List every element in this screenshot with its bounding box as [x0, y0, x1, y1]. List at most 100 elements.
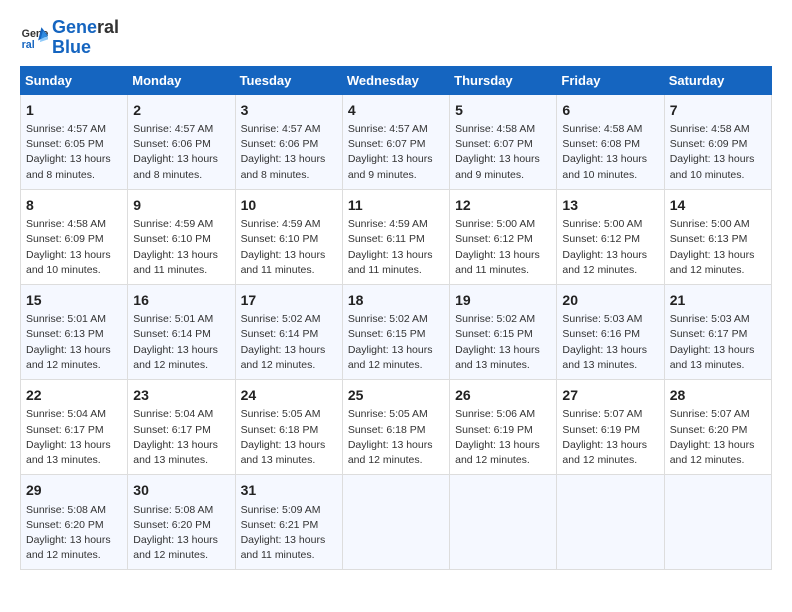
day-info: Sunrise: 5:02 AMSunset: 6:15 PMDaylight:…: [455, 312, 551, 373]
day-number: 5: [455, 100, 551, 120]
day-info: Sunrise: 5:01 AMSunset: 6:13 PMDaylight:…: [26, 312, 122, 373]
day-header-saturday: Saturday: [664, 66, 771, 94]
day-info: Sunrise: 4:57 AMSunset: 6:06 PMDaylight:…: [241, 122, 337, 183]
calendar-cell: 9Sunrise: 4:59 AMSunset: 6:10 PMDaylight…: [128, 189, 235, 284]
logo-icon: Gene ral: [20, 24, 48, 52]
calendar-cell: 16Sunrise: 5:01 AMSunset: 6:14 PMDayligh…: [128, 284, 235, 379]
day-info: Sunrise: 4:57 AMSunset: 6:05 PMDaylight:…: [26, 122, 122, 183]
day-info: Sunrise: 5:00 AMSunset: 6:12 PMDaylight:…: [562, 217, 658, 278]
calendar-cell: 12Sunrise: 5:00 AMSunset: 6:12 PMDayligh…: [450, 189, 557, 284]
calendar-cell: 14Sunrise: 5:00 AMSunset: 6:13 PMDayligh…: [664, 189, 771, 284]
day-number: 25: [348, 385, 444, 405]
calendar-cell: [557, 475, 664, 570]
calendar-cell: 24Sunrise: 5:05 AMSunset: 6:18 PMDayligh…: [235, 380, 342, 475]
day-info: Sunrise: 5:04 AMSunset: 6:17 PMDaylight:…: [26, 407, 122, 468]
calendar-cell: [450, 475, 557, 570]
calendar-table: SundayMondayTuesdayWednesdayThursdayFrid…: [20, 66, 772, 571]
day-number: 9: [133, 195, 229, 215]
day-info: Sunrise: 5:04 AMSunset: 6:17 PMDaylight:…: [133, 407, 229, 468]
calendar-cell: 3Sunrise: 4:57 AMSunset: 6:06 PMDaylight…: [235, 94, 342, 189]
calendar-cell: 8Sunrise: 4:58 AMSunset: 6:09 PMDaylight…: [21, 189, 128, 284]
calendar-cell: 30 Sunrise: 5:08 AMSunset: 6:20 PMDayligh…: [128, 475, 235, 570]
day-number: 28: [670, 385, 766, 405]
day-info: Sunrise: 4:59 AMSunset: 6:10 PMDaylight:…: [241, 217, 337, 278]
calendar-cell: [342, 475, 449, 570]
day-number: 30: [133, 480, 229, 500]
calendar-cell: 25Sunrise: 5:05 AMSunset: 6:18 PMDayligh…: [342, 380, 449, 475]
day-info: Sunrise: 4:57 AMSunset: 6:06 PMDaylight:…: [133, 122, 229, 183]
calendar-cell: 22Sunrise: 5:04 AMSunset: 6:17 PMDayligh…: [21, 380, 128, 475]
day-number: 10: [241, 195, 337, 215]
day-number: 7: [670, 100, 766, 120]
day-info: Sunrise: 5:08 AMSunset: 6:20 PMDaylight:…: [26, 503, 122, 564]
day-number: 19: [455, 290, 551, 310]
calendar-cell: 17Sunrise: 5:02 AMSunset: 6:14 PMDayligh…: [235, 284, 342, 379]
day-header-thursday: Thursday: [450, 66, 557, 94]
day-number: 15: [26, 290, 122, 310]
day-info: Sunrise: 5:02 AMSunset: 6:14 PMDaylight:…: [241, 312, 337, 373]
svg-text:ral: ral: [22, 39, 35, 51]
day-number: 23: [133, 385, 229, 405]
day-number: 24: [241, 385, 337, 405]
calendar-cell: 7Sunrise: 4:58 AMSunset: 6:09 PMDaylight…: [664, 94, 771, 189]
calendar-header-row: SundayMondayTuesdayWednesdayThursdayFrid…: [21, 66, 772, 94]
calendar-cell: 20Sunrise: 5:03 AMSunset: 6:16 PMDayligh…: [557, 284, 664, 379]
calendar-cell: 10Sunrise: 4:59 AMSunset: 6:10 PMDayligh…: [235, 189, 342, 284]
calendar-cell: 31Sunrise: 5:09 AMSunset: 6:21 PMDayligh…: [235, 475, 342, 570]
day-info: Sunrise: 4:58 AMSunset: 6:09 PMDaylight:…: [670, 122, 766, 183]
calendar-cell: 6Sunrise: 4:58 AMSunset: 6:08 PMDaylight…: [557, 94, 664, 189]
calendar-cell: 18Sunrise: 5:02 AMSunset: 6:15 PMDayligh…: [342, 284, 449, 379]
day-info: Sunrise: 4:59 AMSunset: 6:10 PMDaylight:…: [133, 217, 229, 278]
day-info: Sunrise: 5:09 AMSunset: 6:21 PMDaylight:…: [241, 503, 337, 564]
day-number: 17: [241, 290, 337, 310]
day-info: Sunrise: 4:58 AMSunset: 6:09 PMDaylight:…: [26, 217, 122, 278]
day-number: 12: [455, 195, 551, 215]
day-info: Sunrise: 4:58 AMSunset: 6:08 PMDaylight:…: [562, 122, 658, 183]
day-number: 26: [455, 385, 551, 405]
day-info: Sunrise: 5:08 AMSunset: 6:20 PMDaylight:…: [133, 503, 229, 564]
day-number: 13: [562, 195, 658, 215]
day-number: 20: [562, 290, 658, 310]
logo-text: General: [52, 18, 119, 38]
day-header-friday: Friday: [557, 66, 664, 94]
day-number: 16: [133, 290, 229, 310]
calendar-week-row: 22Sunrise: 5:04 AMSunset: 6:17 PMDayligh…: [21, 380, 772, 475]
day-info: Sunrise: 5:07 AMSunset: 6:20 PMDaylight:…: [670, 407, 766, 468]
calendar-week-row: 15Sunrise: 5:01 AMSunset: 6:13 PMDayligh…: [21, 284, 772, 379]
day-info: Sunrise: 5:00 AMSunset: 6:13 PMDaylight:…: [670, 217, 766, 278]
calendar-cell: 11Sunrise: 4:59 AMSunset: 6:11 PMDayligh…: [342, 189, 449, 284]
day-info: Sunrise: 4:58 AMSunset: 6:07 PMDaylight:…: [455, 122, 551, 183]
day-number: 29: [26, 480, 122, 500]
day-number: 8: [26, 195, 122, 215]
calendar-cell: 27Sunrise: 5:07 AMSunset: 6:19 PMDayligh…: [557, 380, 664, 475]
calendar-cell: 13Sunrise: 5:00 AMSunset: 6:12 PMDayligh…: [557, 189, 664, 284]
day-number: 27: [562, 385, 658, 405]
calendar-cell: 5Sunrise: 4:58 AMSunset: 6:07 PMDaylight…: [450, 94, 557, 189]
day-number: 4: [348, 100, 444, 120]
day-info: Sunrise: 5:03 AMSunset: 6:17 PMDaylight:…: [670, 312, 766, 373]
calendar-cell: 19Sunrise: 5:02 AMSunset: 6:15 PMDayligh…: [450, 284, 557, 379]
calendar-cell: 21Sunrise: 5:03 AMSunset: 6:17 PMDayligh…: [664, 284, 771, 379]
day-info: Sunrise: 5:01 AMSunset: 6:14 PMDaylight:…: [133, 312, 229, 373]
page-header: Gene ral General Blue: [20, 18, 772, 58]
calendar-cell: 29 Sunrise: 5:08 AMSunset: 6:20 PMDayligh…: [21, 475, 128, 570]
calendar-cell: [664, 475, 771, 570]
day-header-monday: Monday: [128, 66, 235, 94]
day-number: 1: [26, 100, 122, 120]
calendar-cell: 1Sunrise: 4:57 AMSunset: 6:05 PMDaylight…: [21, 94, 128, 189]
day-number: 2: [133, 100, 229, 120]
day-info: Sunrise: 5:03 AMSunset: 6:16 PMDaylight:…: [562, 312, 658, 373]
calendar-cell: 28Sunrise: 5:07 AMSunset: 6:20 PMDayligh…: [664, 380, 771, 475]
day-info: Sunrise: 5:00 AMSunset: 6:12 PMDaylight:…: [455, 217, 551, 278]
day-number: 18: [348, 290, 444, 310]
day-header-wednesday: Wednesday: [342, 66, 449, 94]
day-info: Sunrise: 5:05 AMSunset: 6:18 PMDaylight:…: [348, 407, 444, 468]
day-header-sunday: Sunday: [21, 66, 128, 94]
day-number: 14: [670, 195, 766, 215]
calendar-cell: 23Sunrise: 5:04 AMSunset: 6:17 PMDayligh…: [128, 380, 235, 475]
calendar-week-row: 29 Sunrise: 5:08 AMSunset: 6:20 PMDayligh…: [21, 475, 772, 570]
day-info: Sunrise: 4:57 AMSunset: 6:07 PMDaylight:…: [348, 122, 444, 183]
day-number: 6: [562, 100, 658, 120]
day-info: Sunrise: 4:59 AMSunset: 6:11 PMDaylight:…: [348, 217, 444, 278]
day-number: 21: [670, 290, 766, 310]
